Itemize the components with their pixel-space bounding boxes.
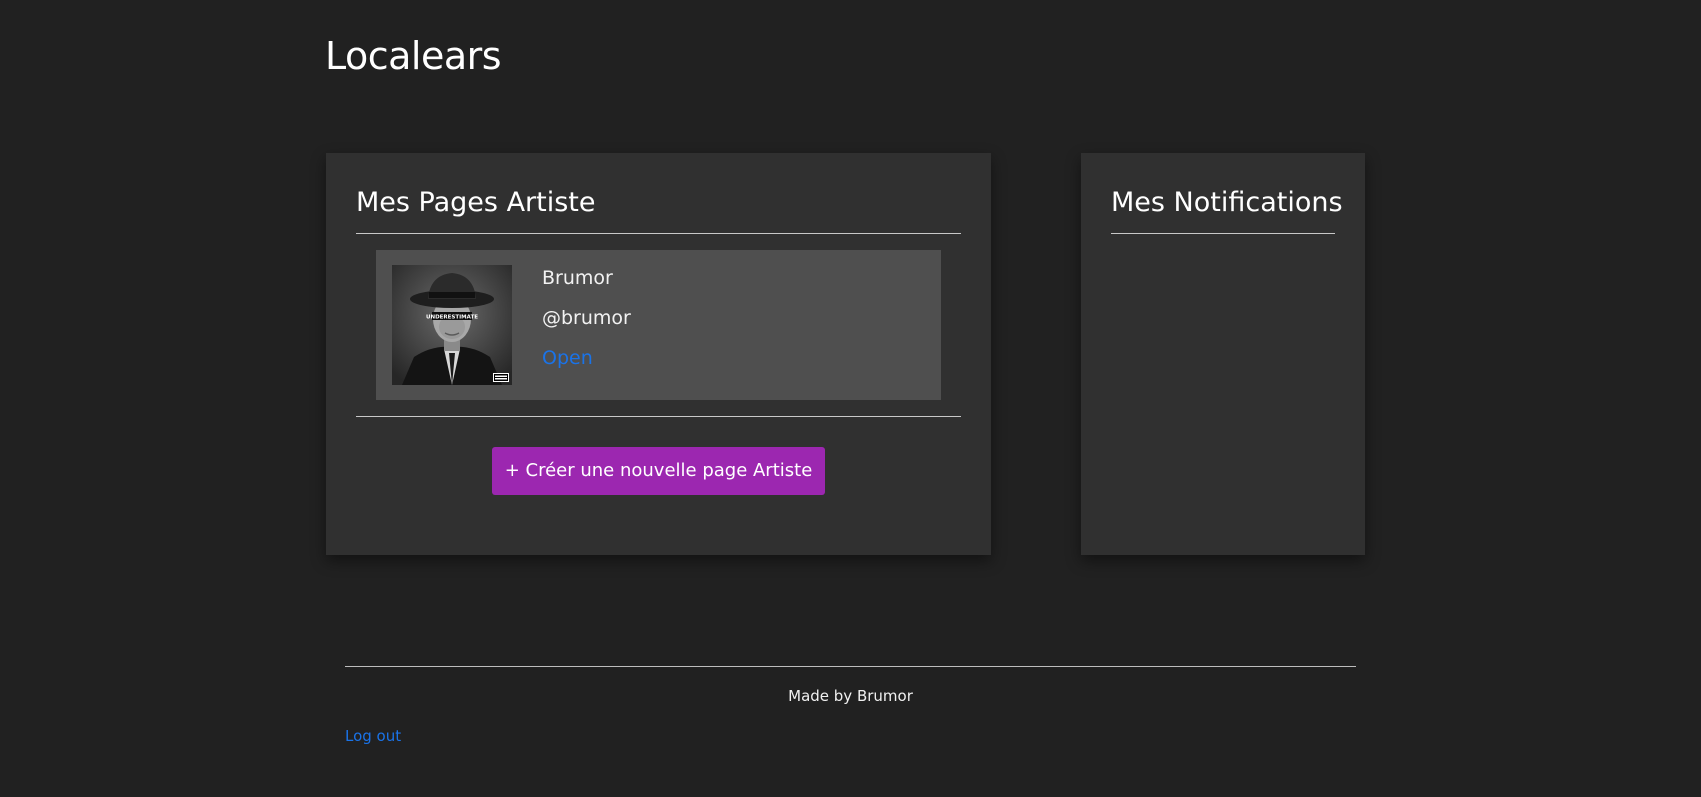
notifications-card: Mes Notifications xyxy=(1081,153,1365,555)
app-title: Localears xyxy=(325,34,502,78)
artist-pages-divider-top xyxy=(356,233,961,234)
artist-avatar: UNDERESTIMATE xyxy=(392,265,512,385)
footer-divider xyxy=(345,666,1356,667)
artist-pages-card: Mes Pages Artiste UNDERESTIMATE Brumor @… xyxy=(326,153,991,555)
artist-avatar-image: UNDERESTIMATE xyxy=(392,265,512,385)
notifications-divider xyxy=(1111,233,1335,234)
artist-page-item: UNDERESTIMATE Brumor @brumor Open xyxy=(376,250,941,400)
create-artist-page-button[interactable]: + Créer une nouvelle page Artiste xyxy=(492,447,825,495)
artist-pages-title: Mes Pages Artiste xyxy=(356,187,596,218)
artist-handle: @brumor xyxy=(542,307,631,329)
artist-name: Brumor xyxy=(542,267,613,289)
artist-pages-divider-bottom xyxy=(356,416,961,417)
notifications-title: Mes Notifications xyxy=(1111,187,1343,218)
footer-credit: Made by Brumor xyxy=(788,687,913,705)
avatar-caption-text: UNDERESTIMATE xyxy=(426,315,478,321)
logout-link[interactable]: Log out xyxy=(345,726,401,746)
artist-open-link[interactable]: Open xyxy=(542,346,593,370)
